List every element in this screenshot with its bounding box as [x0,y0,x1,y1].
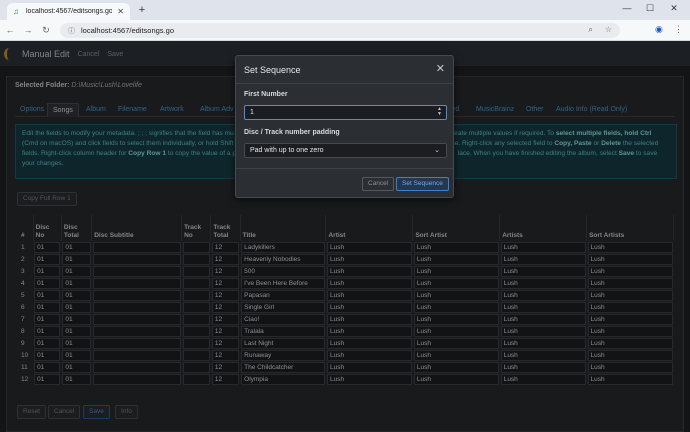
first-number-label: First Number [244,91,288,98]
first-number-input[interactable]: 1 ▲ ▼ [244,105,447,120]
dialog-cancel-button[interactable]: Cancel [362,177,395,191]
bookmark-star-icon[interactable]: ☆ [605,25,612,35]
url-field[interactable]: ⓘ localhost:4567/editsongs.go ⌕ ☆ [60,23,620,38]
padding-selected-value: Pad with up to one zero [250,147,324,154]
close-tab-icon[interactable]: ✕ [117,7,124,16]
dialog-footer-divider [236,168,453,169]
address-bar: ← → ↻ ⓘ localhost:4567/editsongs.go ⌕ ☆ [0,20,690,41]
dialog-header-divider [236,83,453,84]
number-spinner-icon[interactable]: ▲ ▼ [437,107,442,117]
back-icon[interactable]: ← [2,25,18,35]
first-number-value: 1 [250,109,254,116]
new-tab-button[interactable]: + [136,4,148,16]
set-sequence-dialog: Set Sequence ✕ First Number 1 ▲ ▼ Disc / … [235,55,454,198]
chevron-down-icon: ⌄ [434,147,440,154]
search-icon[interactable]: ⌕ [588,25,592,35]
browser-menu-icon[interactable]: ⋮ [674,24,683,35]
padding-label: Disc / Track number padding [244,129,340,136]
browser-tabstrip: ♫ localhost:4567/editsongs.go ✕ + — ☐ ✕ [0,0,690,20]
music-note-icon: ♫ [13,6,19,16]
minimize-button[interactable]: — [620,3,634,13]
dialog-close-icon[interactable]: ✕ [436,62,445,75]
browser-tab-title: localhost:4567/editsongs.go [26,8,113,15]
window-close-button[interactable]: ✕ [667,3,681,14]
forward-icon[interactable]: → [20,25,36,35]
padding-select[interactable]: Pad with up to one zero ⌄ [244,143,447,158]
maximize-button[interactable]: ☐ [643,3,657,14]
profile-icon[interactable]: ◉ [655,24,663,35]
url-text: localhost:4567/editsongs.go [81,26,174,35]
browser-tab[interactable]: ♫ localhost:4567/editsongs.go ✕ [7,3,130,20]
reload-icon[interactable]: ↻ [38,25,54,36]
set-sequence-button[interactable]: Set Sequence [396,177,449,191]
dialog-title: Set Sequence [244,65,301,75]
site-info-icon[interactable]: ⓘ [68,26,75,36]
